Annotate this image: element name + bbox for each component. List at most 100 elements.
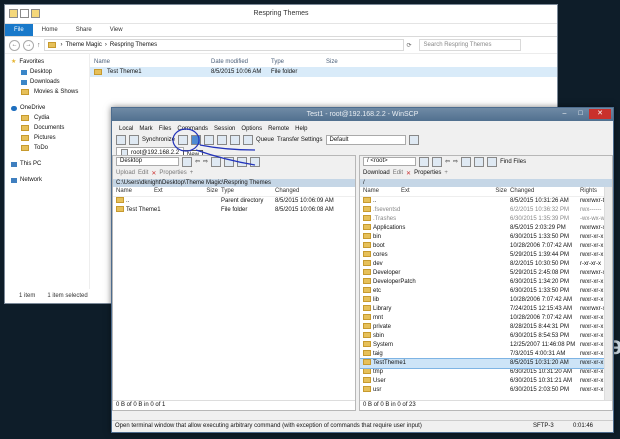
col-size[interactable]: Size [326, 57, 366, 67]
new-icon[interactable]: + [190, 170, 194, 176]
back-arrow-icon[interactable]: ← [9, 39, 20, 51]
col-size[interactable]: Size [201, 187, 221, 196]
col-type[interactable]: Type [221, 187, 275, 196]
table-row[interactable]: .Trashes 6/30/2015 1:35:39 PM -wx-wx-wt [360, 215, 604, 224]
table-row[interactable]: boot 10/28/2006 7:07:42 AM rwxr-xr-x [360, 242, 604, 251]
col-type[interactable]: Type [271, 57, 326, 67]
table-row[interactable]: Test Theme1 File folder 8/5/2015 10:06:0… [113, 206, 355, 215]
table-row[interactable]: User 6/30/2015 10:31:21 AM rwxr-xr-x [360, 377, 604, 386]
forward-arrow-icon[interactable]: ⇨ [203, 158, 208, 165]
nav-downloads[interactable]: Downloads [5, 77, 89, 87]
edit-button[interactable]: Edit [138, 170, 148, 176]
remote-scrollbar[interactable] [604, 187, 612, 400]
keep-up-to-date-icon[interactable] [178, 135, 189, 145]
root-dir-icon[interactable] [224, 156, 235, 167]
table-row[interactable]: Applications 8/5/2015 2:03:29 PM rwxrwxr-x [360, 224, 604, 233]
tab-home[interactable]: Home [33, 24, 67, 36]
nav-pictures[interactable]: Pictures [5, 133, 89, 143]
col-name[interactable]: Name Ext [113, 187, 201, 196]
delete-icon[interactable]: ✕ [151, 170, 156, 177]
queue-button[interactable]: Queue [256, 137, 274, 143]
table-row[interactable]: taig 7/3/2015 4:00:31 AM rwxr-xr-x [360, 350, 604, 359]
delete-icon[interactable]: ✕ [406, 170, 411, 177]
properties-button[interactable]: Properties [159, 170, 186, 176]
terminal-icon[interactable] [191, 135, 202, 145]
tab-view[interactable]: View [101, 24, 132, 36]
table-row[interactable]: tmp 6/30/2015 10:31:20 AM rwxr-xr-x [360, 368, 604, 377]
new-icon[interactable]: + [444, 170, 448, 176]
download-button[interactable]: Download [363, 170, 390, 176]
table-row[interactable]: dev 8/2/2015 10:30:50 PM r-xr-xr-x [360, 260, 604, 269]
queue-icon[interactable] [243, 135, 254, 145]
remote-dir-dropdown[interactable]: / <root> [363, 157, 416, 166]
col-name[interactable]: Name Ext [360, 187, 493, 196]
col-changed[interactable]: Changed [275, 187, 355, 196]
find-icon[interactable] [217, 135, 228, 145]
nav-desktop[interactable]: Desktop [5, 67, 89, 77]
table-row[interactable]: sbin 6/30/2015 8:54:53 PM rwxr-xr-x [360, 332, 604, 341]
forward-arrow-icon[interactable]: → [23, 39, 34, 51]
preferences-icon[interactable] [230, 135, 241, 145]
compare-icon[interactable] [129, 135, 139, 145]
table-row[interactable]: usr 6/30/2015 2:03:50 PM rwxr-xr-x [360, 386, 604, 395]
home-icon[interactable] [474, 156, 485, 167]
refresh-icon[interactable] [250, 156, 261, 167]
find-files-button[interactable]: Find Files [500, 159, 526, 165]
table-row[interactable]: bin 6/30/2015 1:33:50 PM rwxr-xr-x [360, 233, 604, 242]
menu-commands[interactable]: Commands [174, 124, 211, 134]
table-row[interactable]: DeveloperPatch 6/30/2015 1:34:20 PM rwxr-x… [360, 278, 604, 287]
table-row[interactable]: .fseventsd 6/2/2015 10:36:32 PM rwx------ [360, 206, 604, 215]
nav-documents[interactable]: Documents [5, 123, 89, 133]
minimize-button[interactable]: – [557, 109, 572, 119]
filter-icon[interactable] [432, 156, 442, 167]
col-changed[interactable]: Changed [510, 187, 580, 196]
refresh-icon[interactable]: ⟳ [407, 42, 412, 49]
parent-dir-icon[interactable] [461, 156, 472, 167]
table-row[interactable]: etc 6/30/2015 1:33:50 PM rwxr-xr-x [360, 287, 604, 296]
nav-favorites[interactable]: ★ Favorites [5, 57, 89, 67]
breadcrumb-respring-themes[interactable]: Respring Themes [110, 42, 157, 48]
col-date[interactable]: Date modified [211, 57, 271, 67]
menu-remote[interactable]: Remote [265, 124, 292, 134]
forward-arrow-icon[interactable]: ⇨ [453, 158, 458, 165]
local-drive-dropdown[interactable]: Desktop [116, 157, 179, 166]
table-row[interactable]: cores 5/29/2015 1:39:44 PM rwxr-xr-x [360, 251, 604, 260]
col-rights[interactable]: Rights [580, 187, 604, 196]
menu-options[interactable]: Options [238, 124, 265, 134]
table-row[interactable]: .. Parent directory 8/5/2015 10:06:09 AM [113, 197, 355, 206]
menu-local[interactable]: Local [116, 124, 136, 134]
back-arrow-icon[interactable]: ⇦ [445, 158, 450, 165]
tab-share[interactable]: Share [67, 24, 101, 36]
search-input[interactable]: Search Respring Themes [418, 39, 521, 51]
properties-button[interactable]: Properties [414, 170, 441, 176]
parent-dir-icon[interactable] [211, 156, 222, 167]
breadcrumb-theme-magic[interactable]: Theme Magic [66, 42, 102, 48]
table-row[interactable]: Developer 5/29/2015 2:45:08 PM rwxrwxr-x [360, 269, 604, 278]
close-button[interactable]: ✕ [589, 109, 611, 119]
table-row[interactable]: Library 7/24/2015 12:15:43 AM rwxrwxr-x [360, 305, 604, 314]
table-row[interactable]: private 8/28/2015 8:44:31 PM rwxr-xr-x [360, 323, 604, 332]
menu-help[interactable]: Help [292, 124, 310, 134]
open-dir-icon[interactable] [419, 156, 429, 167]
putty-icon[interactable] [204, 135, 215, 145]
tab-file[interactable]: File [5, 24, 33, 36]
nav-this-pc[interactable]: This PC [5, 159, 89, 169]
table-row[interactable]: mnt 10/28/2006 7:07:42 AM rwxr-xr-x [360, 314, 604, 323]
col-size[interactable]: Size [493, 187, 510, 196]
nav-movies[interactable]: Movies & Shows [5, 87, 89, 97]
table-row[interactable]: System 12/25/2007 11:46:08 PM rwxr-xr-x [360, 341, 604, 350]
up-arrow-icon[interactable]: ↑ [37, 42, 41, 49]
transfer-options-icon[interactable] [408, 135, 419, 145]
home-icon[interactable] [237, 156, 248, 167]
table-row[interactable]: .. 8/5/2015 10:31:26 AM rwxrwxr-t [360, 197, 604, 206]
menu-files[interactable]: Files [156, 124, 175, 134]
col-name[interactable]: Name [90, 57, 211, 67]
edit-button[interactable]: Edit [393, 170, 403, 176]
table-row[interactable]: lib 10/28/2006 7:07:42 AM rwxr-xr-x [360, 296, 604, 305]
filter-icon[interactable] [182, 156, 192, 167]
synchronize-button[interactable]: Synchronize [142, 137, 175, 143]
nav-onedrive[interactable]: OneDrive [5, 103, 89, 113]
maximize-button[interactable]: □ [573, 109, 588, 119]
refresh-icon[interactable] [487, 156, 498, 167]
layout-icon[interactable] [116, 135, 126, 145]
